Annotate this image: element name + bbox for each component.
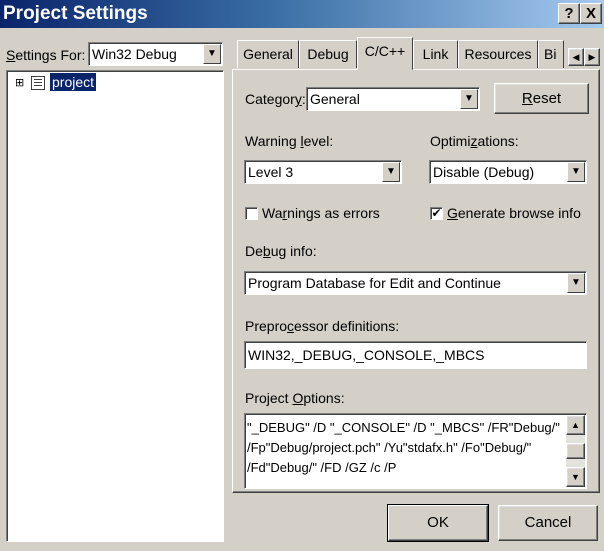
debug-info-label: Debug info:	[245, 243, 317, 259]
project-options-scrollbar[interactable]: ▲ ▼	[566, 415, 585, 487]
project-options-line: "_DEBUG" /D "_CONSOLE" /D "_MBCS" /FR"De…	[247, 420, 560, 435]
close-button[interactable]: X	[580, 3, 602, 24]
scroll-thumb[interactable]	[566, 443, 585, 459]
tab-scroll-right-icon[interactable]: ▶	[584, 48, 600, 66]
debug-info-dropdown[interactable]: Program Database for Edit and Continue ▼	[244, 271, 587, 295]
debug-info-value: Program Database for Edit and Continue	[248, 275, 501, 291]
tab-general[interactable]: General	[237, 40, 299, 68]
scroll-up-icon[interactable]: ▲	[566, 415, 585, 435]
tab-link[interactable]: Link	[413, 40, 458, 68]
category-value: General	[310, 91, 360, 107]
help-button[interactable]: ?	[558, 3, 580, 24]
project-options-text: "_DEBUG" /D "_CONSOLE" /D "_MBCS" /FR"De…	[247, 418, 563, 478]
chevron-down-icon[interactable]: ▼	[203, 44, 221, 64]
preprocessor-label: Preprocessor definitions:	[245, 318, 400, 334]
optimizations-value: Disable (Debug)	[433, 164, 535, 180]
settings-for-value: Win32 Debug	[92, 46, 177, 62]
scroll-down-icon[interactable]: ▼	[566, 467, 585, 487]
project-tree[interactable]: ⊞ project	[6, 70, 224, 542]
category-label: Category:	[245, 91, 306, 107]
cancel-button[interactable]: Cancel	[498, 505, 598, 541]
preprocessor-value: WIN32,_DEBUG,_CONSOLE,_MBCS	[248, 347, 485, 363]
tab-scroll-left-icon[interactable]: ◀	[568, 48, 584, 66]
tab-debug[interactable]: Debug	[299, 40, 357, 68]
project-icon	[31, 76, 45, 90]
window-title: Project Settings	[3, 3, 148, 24]
warnings-as-errors-checkbox[interactable]	[245, 207, 258, 220]
tree-expand-icon[interactable]: ⊞	[15, 76, 24, 89]
tab-resources[interactable]: Resources	[458, 40, 538, 68]
chevron-down-icon[interactable]: ▼	[460, 89, 478, 109]
settings-for-label: Settings For:	[6, 47, 86, 63]
warning-level-value: Level 3	[248, 164, 294, 180]
preprocessor-input[interactable]: WIN32,_DEBUG,_CONSOLE,_MBCS	[244, 341, 587, 369]
optimizations-label: Optimizations:	[430, 133, 519, 149]
settings-for-dropdown[interactable]: Win32 Debug ▼	[88, 42, 223, 66]
warning-level-dropdown[interactable]: Level 3 ▼	[244, 160, 402, 184]
warnings-as-errors-label[interactable]: Warnings as errors	[262, 205, 380, 221]
tab-browse-info[interactable]: Bi	[538, 40, 564, 68]
project-options-line: /Fp"Debug/project.pch" /Yu"stdafx.h" /Fo…	[247, 440, 532, 455]
title-bar: Project Settings	[0, 0, 604, 28]
warning-level-label: Warning level:	[245, 133, 334, 149]
chevron-down-icon[interactable]: ▼	[567, 273, 585, 293]
generate-browse-info-checkbox[interactable]: ✔	[430, 207, 443, 220]
tab-cpp[interactable]: C/C++	[357, 37, 413, 70]
category-dropdown[interactable]: General ▼	[306, 87, 480, 111]
generate-browse-info-label[interactable]: Generate browse info	[447, 205, 581, 221]
project-options-label: Project Options:	[245, 390, 345, 406]
chevron-down-icon[interactable]: ▼	[567, 162, 585, 182]
project-options-line: /Fd"Debug/" /FD /GZ /c /P	[247, 460, 397, 475]
optimizations-dropdown[interactable]: Disable (Debug) ▼	[429, 160, 587, 184]
reset-button[interactable]: Reset	[494, 83, 589, 114]
chevron-down-icon[interactable]: ▼	[382, 162, 400, 182]
tree-item-project[interactable]: project	[50, 73, 97, 91]
ok-button[interactable]: OK	[388, 505, 488, 541]
project-options-textarea[interactable]: "_DEBUG" /D "_CONSOLE" /D "_MBCS" /FR"De…	[244, 413, 587, 489]
